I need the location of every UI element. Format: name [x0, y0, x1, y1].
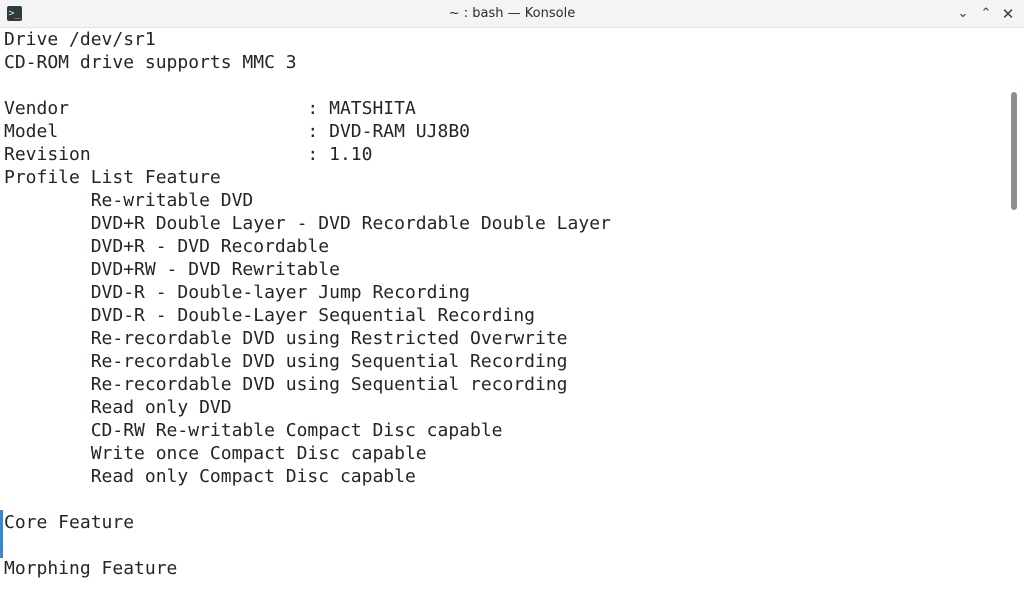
terminal-line: CD-RW Re-writable Compact Disc capable: [4, 420, 503, 441]
konsole-window: >_ ~ : bash — Konsole ⌄ ⌃ ✕ Drive /dev/s…: [0, 0, 1024, 604]
terminal-line: Morphing Feature: [4, 558, 178, 579]
terminal-line: Re-writable DVD: [4, 190, 254, 211]
terminal-line: DVD-R - Double-Layer Sequential Recordin…: [4, 305, 536, 326]
window-title: ~ : bash — Konsole: [448, 6, 576, 21]
terminal-line: Core Feature: [4, 512, 135, 533]
terminal-line: Read only DVD: [4, 397, 232, 418]
terminal-line: Read only Compact Disc capable: [4, 466, 416, 487]
maximize-button[interactable]: ⌃: [976, 4, 996, 24]
terminal-output[interactable]: Drive /dev/sr1 CD-ROM drive supports MMC …: [4, 28, 611, 580]
terminal-line: Revision : 1.10: [4, 144, 373, 165]
terminal-line: DVD+R Double Layer - DVD Recordable Doub…: [4, 213, 611, 234]
terminal-line: DVD+RW - DVD Rewritable: [4, 259, 340, 280]
terminal-line: DVD+R - DVD Recordable: [4, 236, 330, 257]
scrollbar-thumb[interactable]: [1011, 92, 1017, 210]
terminal-line: DVD-R - Double-layer Jump Recording: [4, 282, 470, 303]
terminal-line: Re-recordable DVD using Sequential recor…: [4, 374, 568, 395]
terminal-line: Write once Compact Disc capable: [4, 443, 427, 464]
terminal-area[interactable]: Drive /dev/sr1 CD-ROM drive supports MMC …: [0, 28, 1024, 604]
terminal-line: CD-ROM drive supports MMC 3: [4, 52, 297, 73]
terminal-line: Re-recordable DVD using Restricted Overw…: [4, 328, 568, 349]
prompt-marker: [0, 510, 3, 558]
terminal-line: Drive /dev/sr1: [4, 29, 156, 50]
close-button[interactable]: ✕: [998, 4, 1018, 24]
terminal-line: Vendor : MATSHITA: [4, 98, 416, 119]
terminal-line: Profile List Feature: [4, 167, 221, 188]
title-bar[interactable]: >_ ~ : bash — Konsole ⌄ ⌃ ✕: [0, 0, 1024, 28]
terminal-line: Re-recordable DVD using Sequential Recor…: [4, 351, 568, 372]
terminal-line: Model : DVD-RAM UJ8B0: [4, 121, 470, 142]
minimize-button[interactable]: ⌄: [953, 4, 973, 24]
